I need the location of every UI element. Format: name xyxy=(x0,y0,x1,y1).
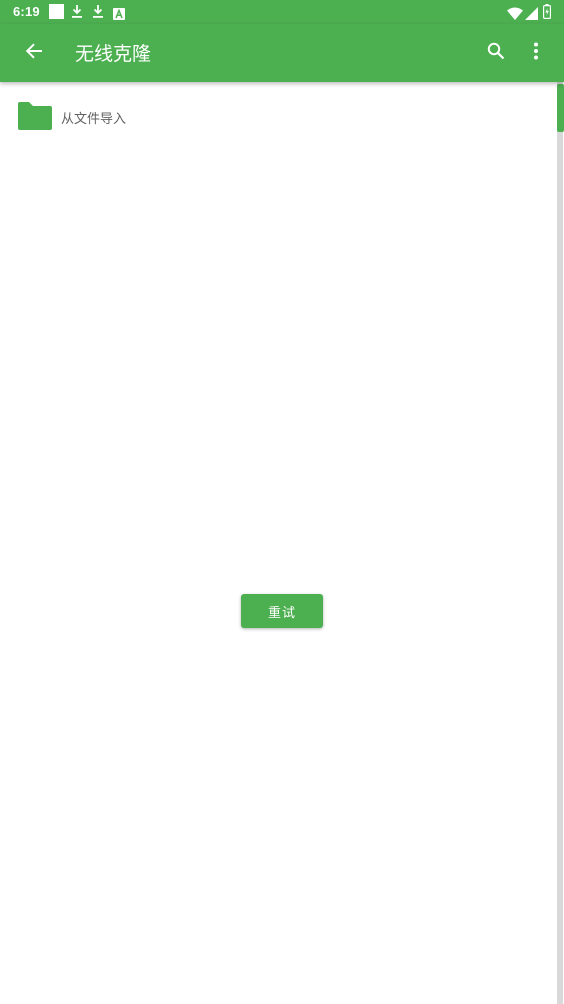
status-bar: 6:19 xyxy=(0,0,564,24)
cellular-signal-icon xyxy=(525,5,538,24)
search-button[interactable] xyxy=(480,37,512,69)
more-vert-icon xyxy=(533,42,539,64)
wifi-icon xyxy=(507,5,523,24)
search-icon xyxy=(487,42,505,64)
arrow-back-icon xyxy=(25,42,43,64)
import-from-file-label: 从文件导入 xyxy=(61,112,127,127)
download-icon xyxy=(71,4,83,23)
back-button[interactable] xyxy=(18,37,50,69)
page-title: 无线克隆 xyxy=(75,43,152,65)
status-time: 6:19 xyxy=(13,4,40,19)
screen: 6:19 无线克隆 从文件导入 重试 xyxy=(0,0,564,1004)
battery-icon xyxy=(543,4,552,23)
import-from-file-item[interactable]: 从文件导入 xyxy=(0,94,540,138)
retry-button[interactable]: 重试 xyxy=(241,594,323,628)
download-icon xyxy=(92,4,104,23)
scrollbar-thumb[interactable] xyxy=(557,84,564,132)
more-options-button[interactable] xyxy=(520,37,552,69)
square-notification-icon xyxy=(49,4,64,23)
a-notification-icon xyxy=(113,5,125,24)
scrollbar-track[interactable] xyxy=(557,82,563,1004)
app-bar: 无线克隆 xyxy=(0,24,564,82)
folder-icon xyxy=(16,100,54,132)
